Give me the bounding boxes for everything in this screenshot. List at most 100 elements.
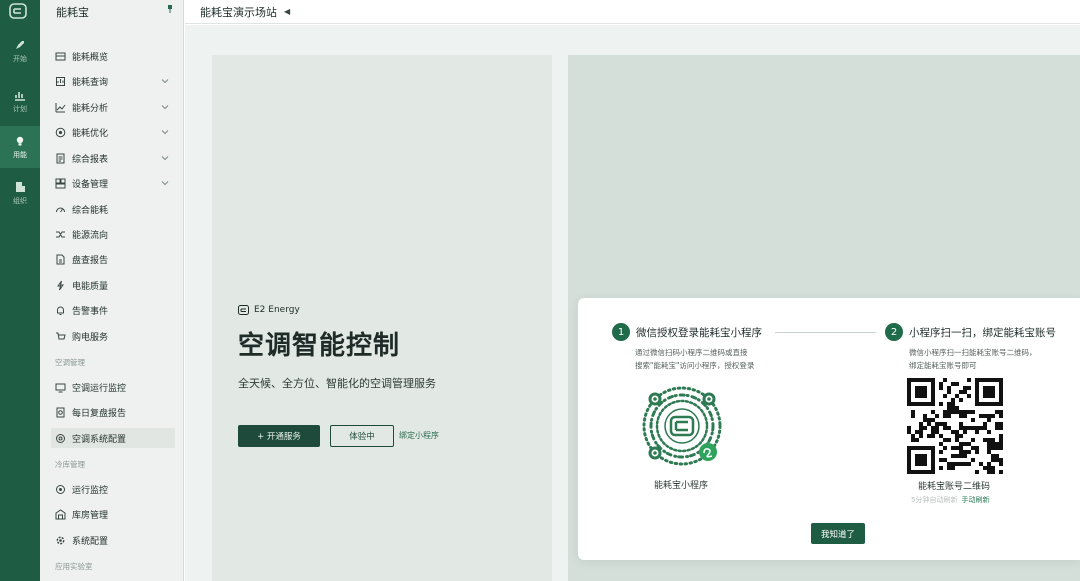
rail-item-label: 计划 <box>13 104 27 113</box>
step-1-header: 1 微信授权登录能耗宝小程序 <box>612 323 762 341</box>
sidebar-header: 能耗宝 <box>40 0 183 24</box>
sidebar-item-power-quality[interactable]: 电能质量 <box>51 275 175 295</box>
rail-item-energy[interactable]: 用能 <box>0 126 40 168</box>
chevron-down-icon <box>161 79 169 84</box>
gear-icon <box>56 536 65 544</box>
rail-item-org[interactable]: 组织 <box>0 172 40 214</box>
chevron-down-icon <box>161 181 169 186</box>
step-1-description: 通过微信扫码小程序二维码或直接 搜索"能耗宝"访问小程序，授权登录 <box>635 346 754 372</box>
sidebar-item-label: 电能质量 <box>72 281 109 292</box>
auto-refresh-note: 5分钟自动刷新 <box>911 496 958 504</box>
analysis-icon <box>55 102 66 112</box>
storage-icon <box>55 508 66 519</box>
brand-logo-icon <box>238 305 249 315</box>
sidebar-item-system-config[interactable]: 系统配置 <box>51 530 175 550</box>
sidebar-item-label: 系统配置 <box>72 536 109 547</box>
bell-icon <box>57 306 64 315</box>
caret-left-icon[interactable]: ◀ <box>284 7 290 16</box>
sidebar-item-run-monitor[interactable]: 运行监控 <box>51 479 175 499</box>
hero-title: 空调智能控制 <box>238 331 401 361</box>
hero-subtitle: 全天候、全方位、智能化的空调管理服务 <box>238 377 436 390</box>
bind-miniprogram-link[interactable]: 绑定小程序 <box>399 430 439 441</box>
sidebar-item-device[interactable]: 设备管理 <box>51 173 175 193</box>
sidebar-item-query[interactable]: 能耗查询 <box>51 71 175 91</box>
app-logo-icon[interactable] <box>9 3 27 19</box>
miniprogram-code <box>642 386 722 466</box>
settings-icon <box>56 433 65 443</box>
rail-item-label: 开始 <box>13 54 27 63</box>
desc-line: 搜索"能耗宝"访问小程序，授权登录 <box>635 361 755 370</box>
site-selector[interactable]: 能耗宝演示场站 <box>200 4 277 20</box>
location-icon <box>56 484 65 494</box>
sidebar-item-analysis[interactable]: 能耗分析 <box>51 97 175 117</box>
sidebar-item-label: 购电服务 <box>72 332 109 343</box>
confirm-button[interactable]: 我知道了 <box>811 523 865 544</box>
activate-service-button[interactable]: + 开通服务 <box>238 425 320 447</box>
sidebar-item-label: 综合报表 <box>72 154 109 165</box>
sidebar-item-label: 库房管理 <box>72 510 109 521</box>
desc-line: 通过微信扫码小程序二维码或直接 <box>635 348 748 357</box>
top-bar: 能耗宝演示场站 ◀ <box>185 0 1080 24</box>
step-divider <box>775 332 876 333</box>
report-icon <box>56 153 65 163</box>
sidebar-item-ac-monitor[interactable]: 空调运行监控 <box>51 377 175 397</box>
pin-icon[interactable] <box>167 5 173 13</box>
sidebar-group-lab: 应用实验室 <box>55 562 93 571</box>
flow-icon <box>56 231 65 237</box>
daily-report-icon <box>56 407 65 417</box>
brand-label: E2 Energy <box>238 305 300 315</box>
trial-button[interactable]: 体验中 <box>330 425 394 447</box>
sidebar-item-daily-report[interactable]: 每日复盘报告 <box>51 402 175 422</box>
sidebar-item-storage[interactable]: 库房管理 <box>51 504 175 524</box>
step-number: 1 <box>612 323 630 341</box>
sidebar-item-label: 盘查报告 <box>72 255 109 266</box>
sidebar-item-optimize[interactable]: 能耗优化 <box>51 122 175 142</box>
brand-text: E2 Energy <box>254 305 300 315</box>
building-icon <box>16 181 25 192</box>
sidebar-item-report[interactable]: 综合报表 <box>51 148 175 168</box>
sidebar-item-label: 每日复盘报告 <box>72 408 127 419</box>
sidebar-item-label: 能耗优化 <box>72 128 109 139</box>
sidebar-item-ac-config[interactable]: 空调系统配置 <box>51 428 175 448</box>
query-icon <box>56 76 65 86</box>
sidebar-item-label: 告警事件 <box>72 306 109 317</box>
cart-icon <box>56 332 66 339</box>
sidebar-item-audit[interactable]: 盘查报告 <box>51 249 175 269</box>
manual-refresh-link[interactable]: 手动刷新 <box>961 496 989 504</box>
step-2-header: 2 小程序扫一扫，绑定能耗宝账号 <box>885 323 1056 341</box>
sidebar-item-label: 空调运行监控 <box>72 383 127 394</box>
bolt-icon <box>57 280 64 290</box>
chevron-down-icon <box>161 105 169 110</box>
device-icon <box>55 178 66 188</box>
step-title: 微信授权登录能耗宝小程序 <box>636 326 762 339</box>
account-qr-code <box>907 378 1003 474</box>
sidebar-item-overview[interactable]: 能耗概览 <box>51 46 175 66</box>
sidebar-item-alarm[interactable]: 告警事件 <box>51 300 175 320</box>
sidebar-item-gauge[interactable]: 综合能耗 <box>51 199 175 219</box>
account-qr-caption: 能耗宝账号二维码 <box>918 482 991 492</box>
chevron-down-icon <box>161 130 169 135</box>
step-title: 小程序扫一扫，绑定能耗宝账号 <box>909 326 1056 339</box>
sidebar-item-label: 空调系统配置 <box>72 434 127 445</box>
sidebar-item-label: 能耗分析 <box>72 103 109 114</box>
sidebar-item-flow[interactable]: 能源流向 <box>51 224 175 244</box>
desc-line: 微信小程序扫一扫能耗宝账号二维码， <box>909 348 1037 357</box>
rail-item-plan[interactable]: 计划 <box>0 80 40 122</box>
overview-icon <box>55 52 66 60</box>
step-number: 2 <box>885 323 903 341</box>
rail-item-label: 用能 <box>13 150 27 159</box>
sidebar: 能耗宝 能耗概览 能耗查询 能耗分析 能耗优化 综合报表 设备管理 综合能耗 能… <box>40 0 184 581</box>
rocket-icon <box>16 40 24 49</box>
chart-icon <box>15 91 25 101</box>
gauge-icon <box>56 207 65 212</box>
sidebar-item-label: 设备管理 <box>72 179 109 190</box>
monitor-icon <box>55 383 66 392</box>
miniprogram-caption: 能耗宝小程序 <box>654 481 709 491</box>
sidebar-item-label: 能耗概览 <box>72 52 109 63</box>
refresh-row: 5分钟自动刷新 手动刷新 <box>911 495 989 505</box>
sidebar-item-purchase[interactable]: 购电服务 <box>51 326 175 346</box>
rail-item-start[interactable]: 开始 <box>0 30 40 72</box>
sidebar-item-label: 综合能耗 <box>72 205 109 216</box>
sidebar-group-store: 冷库管理 <box>55 460 85 469</box>
step-2-description: 微信小程序扫一扫能耗宝账号二维码， 绑定能耗宝账号即可 <box>909 346 1037 372</box>
